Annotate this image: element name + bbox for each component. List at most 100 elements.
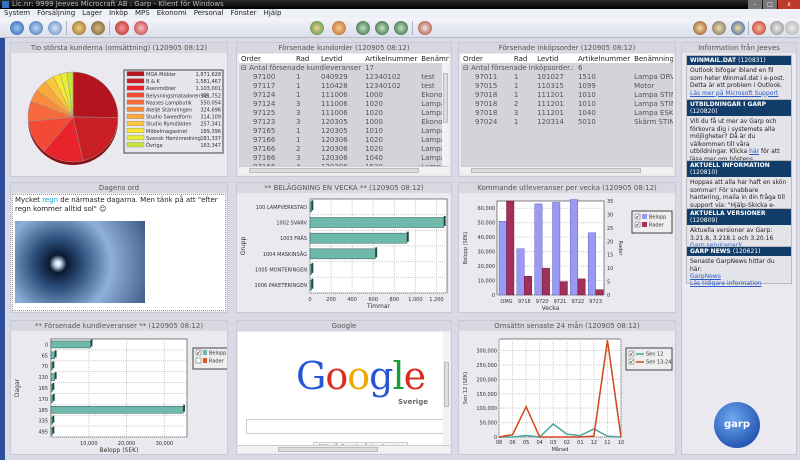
cell: 97018 <box>461 99 512 108</box>
table-row[interactable]: 9701821112011010Lampa STINA <box>461 99 673 108</box>
production-icon[interactable] <box>115 21 129 35</box>
legend-checkbox <box>196 358 201 363</box>
supplier-icon[interactable] <box>72 21 86 35</box>
vertical-scrollbar[interactable] <box>442 63 449 166</box>
table-row[interactable]: 9716511203051010Lampa ST <box>239 126 449 135</box>
column-header[interactable]: Benämning <box>419 54 449 63</box>
settings-icon[interactable] <box>712 21 726 35</box>
menu-fonster[interactable]: Fönster <box>230 9 256 18</box>
y-tick-label: 0 <box>492 293 495 299</box>
order-icon[interactable] <box>29 21 43 35</box>
cell: Lampa ESKIL <box>632 108 673 117</box>
jeeves-icon[interactable] <box>752 21 766 35</box>
cell: 1010 <box>576 90 632 99</box>
table-row[interactable]: 9701831112011040Lampa ESKIL <box>461 108 673 117</box>
cell: 1099 <box>576 81 632 90</box>
table-row[interactable]: 9716621203061020Lampa RU <box>239 144 449 153</box>
cell: 97125 <box>239 108 294 117</box>
menu-hjalp[interactable]: Hjälp <box>264 9 282 18</box>
menu-forsaljning[interactable]: Försäljning <box>37 9 75 18</box>
table-row[interactable]: 9712531110061020Lampa RU <box>239 108 449 117</box>
data-point <box>498 436 499 437</box>
late-customer-orders-grid[interactable]: OrderRadLevtidArtikelnummerBenämning ⊟ An… <box>239 54 449 174</box>
staff-icon[interactable] <box>356 21 370 35</box>
cell: 120305 <box>319 117 363 126</box>
x-tick-label: 10 <box>618 440 624 446</box>
x-tick-label: 1,000 <box>408 297 422 303</box>
horizontal-scrollbar[interactable] <box>238 445 450 453</box>
legend-value: 324,696 <box>200 108 221 114</box>
table-row[interactable]: 97100104092912340102test <box>239 72 449 81</box>
more-info-link[interactable]: Läs tidigare information <box>690 280 762 287</box>
horizontal-scrollbar[interactable] <box>239 166 449 174</box>
education-link[interactable]: här <box>749 148 759 155</box>
cell: 1510 <box>576 72 632 81</box>
vertical-scrollbar[interactable] <box>443 332 450 445</box>
help-icon[interactable] <box>770 21 784 35</box>
menu-ekonomi[interactable]: Ekonomi <box>157 9 187 18</box>
y-tick-label: 50,000 <box>480 421 498 427</box>
group-row[interactable]: ⊟ Antal försenade inköpsorder.: <box>461 63 576 72</box>
menu-personal[interactable]: Personal <box>194 9 224 18</box>
cell: 111201 <box>535 90 576 99</box>
purchase-icon[interactable] <box>91 21 105 35</box>
accounts-icon[interactable] <box>332 21 346 35</box>
time-icon[interactable] <box>375 21 389 35</box>
horizontal-scrollbar[interactable] <box>461 166 673 174</box>
column-header[interactable]: Levtid <box>319 54 363 63</box>
table-row[interactable]: 9701511103151099Motor <box>461 81 673 90</box>
salary-icon[interactable] <box>394 21 408 35</box>
column-header[interactable]: Levtid <box>535 54 576 63</box>
close-button[interactable]: x <box>778 0 800 9</box>
invoice-icon[interactable] <box>48 21 62 35</box>
legend-swatch <box>127 128 144 133</box>
tools-icon[interactable] <box>693 21 707 35</box>
table-row[interactable]: 9716631203061040Lampa ES <box>239 153 449 162</box>
group-label: Antal försenade inköpsorder.: <box>471 64 574 72</box>
minimize-button[interactable]: – <box>748 0 762 9</box>
late-deliveries-panel: ** Försenade kundleveranser ** (120905 0… <box>10 320 228 455</box>
column-header[interactable]: Order <box>461 54 512 63</box>
table-row[interactable]: 97117111042812340102test <box>239 81 449 90</box>
column-header[interactable]: Rad <box>294 54 319 63</box>
x-tick-label: 02 <box>564 440 570 446</box>
table-row[interactable]: 9701811112011010Lampa STINA <box>461 90 673 99</box>
finance-icon[interactable] <box>310 21 324 35</box>
google-search-input[interactable] <box>246 419 450 434</box>
cell: 97024 <box>461 117 512 126</box>
data-point <box>580 435 581 436</box>
menu-inkop[interactable]: Inköp <box>109 9 128 18</box>
cell: 120306 <box>319 144 363 153</box>
column-header[interactable]: Artikelnummer <box>576 54 632 63</box>
legend-swatch <box>203 350 207 355</box>
copy-icon[interactable] <box>785 21 799 35</box>
maximize-button[interactable]: □ <box>763 0 777 9</box>
y-axis-label: Belopp (SEK) <box>463 232 469 264</box>
transfer-icon[interactable] <box>418 21 432 35</box>
table-row[interactable]: 9712431110061020Lampa RU <box>239 99 449 108</box>
menu-mps[interactable]: MPS <box>135 9 150 18</box>
table-row[interactable]: 9716611203061020Lampa RU <box>239 135 449 144</box>
gear-icon[interactable] <box>731 21 745 35</box>
bar-side <box>312 279 314 289</box>
group-row[interactable]: ⊟ Antal försenade kundleveranser <box>239 63 363 72</box>
column-header[interactable]: Rad <box>512 54 535 63</box>
menu-system[interactable]: System <box>4 9 30 18</box>
microsoft-support-link[interactable]: Läs mer på Microsoft Support <box>690 90 778 97</box>
late-purchase-orders-grid[interactable]: OrderRadLevtidArtikelnummerBenämning ⊟ An… <box>461 54 673 174</box>
report-icon[interactable] <box>134 21 148 35</box>
column-header[interactable]: Order <box>239 54 294 63</box>
table-row[interactable]: 9712331203051000Ekonomifö <box>239 117 449 126</box>
menu-lager[interactable]: Lager <box>82 9 102 18</box>
title-bar: Lic.nr: 9999 Jeeves Microcraft AB : Garp… <box>0 0 800 9</box>
bar <box>51 352 55 359</box>
garpnews-link[interactable]: GarpNews <box>690 273 721 280</box>
customer-icon[interactable] <box>10 21 24 35</box>
legend-value: 257,341 <box>200 122 221 128</box>
table-row[interactable]: 9712411110061000Ekonomifö <box>239 90 449 99</box>
table-row[interactable]: 9702411203145010Skärm STINA <box>461 117 673 126</box>
column-header[interactable]: Benämning <box>632 54 673 63</box>
column-header[interactable]: Artikelnummer <box>363 54 419 63</box>
google-panel: Google Google Sverige Sök på Google Jag … <box>236 320 452 455</box>
table-row[interactable]: 9701111010271510Lampa ORVA <box>461 72 673 81</box>
